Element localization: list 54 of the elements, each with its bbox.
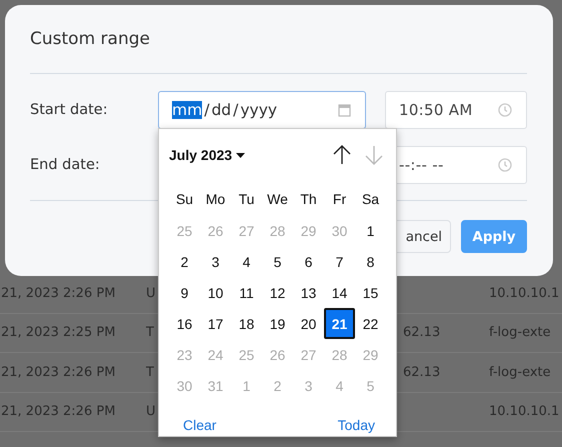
calendar-icon[interactable] (338, 103, 351, 117)
date-field[interactable]: mm/dd/yyyy (158, 91, 366, 129)
clock-icon (498, 158, 512, 172)
day-cell[interactable]: 17 (200, 308, 231, 339)
day-cell[interactable]: 7 (324, 246, 355, 277)
day-cell[interactable]: 14 (324, 277, 355, 308)
table-cell: 21, 2023 2:25 PM (0, 325, 116, 340)
field-label: Start date: (30, 102, 109, 118)
table-cell: U (146, 286, 156, 301)
table-cell: f-log-exte (489, 325, 551, 340)
table-cell: T (146, 325, 154, 340)
day-cell[interactable]: 2 (169, 246, 200, 277)
day-cell[interactable]: 11 (231, 277, 262, 308)
day-cell[interactable]: 19 (262, 308, 293, 339)
weekday-label: Sa (362, 190, 380, 208)
table-cell: 21, 2023 2:26 PM (0, 404, 116, 420)
day-cell[interactable]: 22 (355, 308, 386, 339)
month-dropdown[interactable]: July 2023 (169, 147, 246, 163)
day-cell[interactable]: 16 (169, 308, 200, 339)
clear-link[interactable]: Clear (183, 417, 216, 433)
day-cell[interactable]: 5 (262, 246, 293, 277)
day-cell[interactable]: 13 (293, 277, 324, 308)
weekday-label: Fr (332, 190, 346, 208)
day-cell[interactable]: 15 (355, 277, 386, 308)
table-cell: 21, 2023 2:26 PM (0, 286, 116, 301)
table-cell: 62.13 (403, 364, 440, 380)
day-cell[interactable]: 6 (293, 246, 324, 277)
table-cell: T (146, 364, 154, 380)
table-cell: 21, 2023 2:26 PM (0, 364, 116, 380)
day-cell[interactable]: 20 (293, 308, 324, 339)
day-cell[interactable]: 18 (231, 308, 262, 339)
dialog-title: Custom range (30, 28, 151, 51)
day-cell[interactable]: 12 (262, 277, 293, 308)
caret-icon (236, 152, 246, 158)
field-label: End date: (30, 157, 101, 173)
up-arrow-icon[interactable] (333, 145, 351, 165)
table-cell: f-log-exte (489, 364, 551, 380)
day-cell[interactable]: 3 (200, 246, 231, 277)
table-cell: 10.10.10.1 (489, 286, 560, 301)
table-cell: 10.10.10.1 (489, 404, 560, 420)
weekday-label: Mo (206, 190, 226, 208)
day-cell[interactable]: 4 (231, 246, 262, 277)
day-cell[interactable]: 10 (200, 277, 231, 308)
day-cell[interactable]: 9 (169, 277, 200, 308)
day-cell[interactable]: 21 (324, 308, 355, 339)
weekday-label: Th (300, 190, 317, 208)
weekday-label: Su (176, 190, 194, 208)
time-field[interactable]: 10:50 AM (385, 91, 527, 129)
weekday-label: Tu (238, 190, 254, 208)
weekday-label: We (267, 190, 288, 208)
table-cell: U (146, 404, 156, 420)
clock-icon (498, 103, 512, 117)
today-link[interactable]: Today (338, 417, 375, 433)
table-cell: 62.13 (403, 325, 440, 340)
